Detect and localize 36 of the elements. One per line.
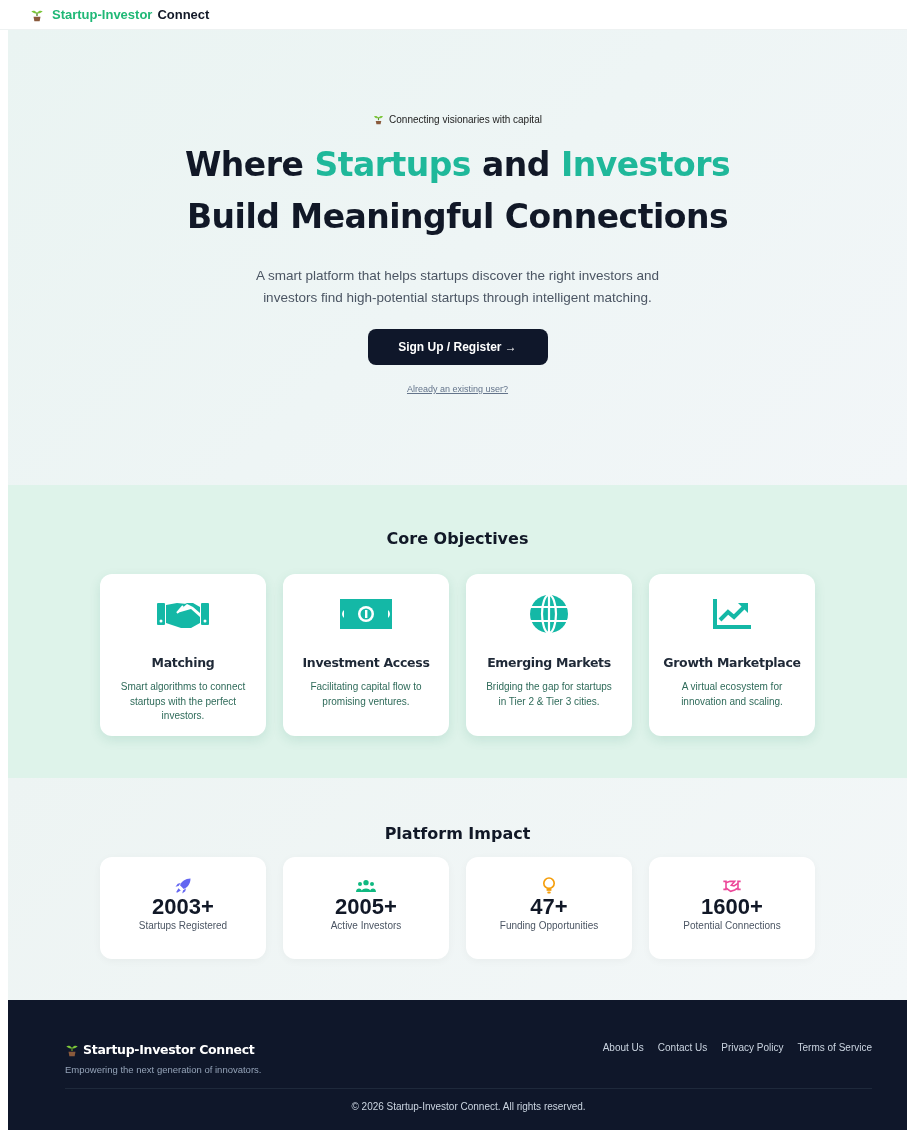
- footer-brand: Startup-Investor Connect: [83, 1042, 255, 1057]
- stat-value: 2005+: [335, 895, 397, 919]
- hero-description: A smart platform that helps startups discover the right investors and investors find high-potential startups through intelligent matching.: [255, 267, 660, 307]
- objective-description: Facilitating capital flow to promising ventures.: [309, 680, 423, 709]
- objective-title: Investment Access: [302, 655, 430, 670]
- stat-value: 47+: [530, 895, 568, 919]
- objective-title: Growth Marketplace: [663, 655, 801, 670]
- stat-label: Potential Connections: [683, 920, 781, 931]
- sign-up-button[interactable]: Sign Up / Register →: [367, 329, 548, 365]
- stat-label: Startups Registered: [138, 920, 228, 931]
- section-title: Core Objectives: [385, 529, 530, 548]
- banknote-icon: [340, 599, 392, 629]
- footer-link[interactable]: About Us: [602, 1042, 644, 1053]
- stat-value: 2003+: [152, 895, 214, 919]
- objective-description: A virtual ecosystem for innovation and scaling.: [680, 680, 784, 709]
- globe-icon: [529, 594, 569, 634]
- objective-description: Smart algorithms to connect startups with the perfect investors.: [119, 680, 247, 723]
- hero-headline: Build Meaningful Connections: [186, 196, 729, 238]
- footer-link[interactable]: Contact Us: [657, 1042, 708, 1053]
- hero-tagline: Connecting visionaries with capital: [389, 114, 542, 125]
- copyright-text: © 2026 Startup-Investor Connect. All rights reserved.: [350, 1101, 587, 1112]
- stat-label: Funding Opportunities: [499, 920, 599, 931]
- section-title: Platform Impact: [383, 824, 532, 843]
- sprout-icon: [373, 114, 385, 125]
- brand-name[interactable]: Connect: [157, 7, 210, 22]
- footer-tagline: Empowering the next generation of innovators.: [65, 1064, 262, 1075]
- hero-headline: Where Startups and Investors: [184, 144, 731, 186]
- growth-chart-icon: [712, 598, 752, 630]
- footer-link[interactable]: Privacy Policy: [721, 1042, 784, 1053]
- objective-description: Bridging the gap for startups in Tier 2 & Tier 3 cities.: [485, 680, 613, 709]
- stat-value: 1600+: [701, 895, 763, 919]
- stat-label: Active Investors: [330, 920, 402, 931]
- objective-title: Emerging Markets: [487, 655, 611, 670]
- objective-title: Matching: [151, 655, 215, 670]
- footer-link[interactable]: Terms of Service: [797, 1042, 872, 1053]
- login-link[interactable]: Already an existing user?: [406, 384, 509, 394]
